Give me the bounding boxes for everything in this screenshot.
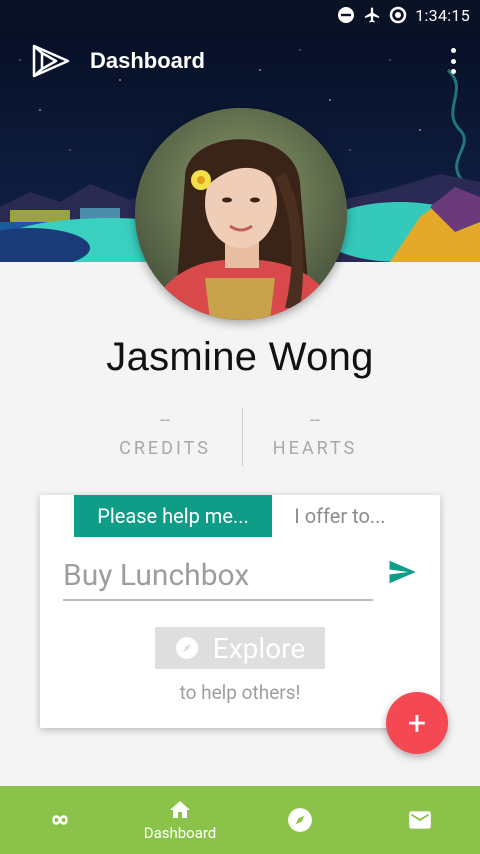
credits-value: -- bbox=[160, 410, 170, 431]
status-time: 1:34:15 bbox=[415, 5, 470, 25]
infinity-icon bbox=[52, 815, 68, 825]
mail-icon bbox=[409, 811, 431, 829]
explore-label: Explore bbox=[212, 631, 306, 665]
explore-button[interactable]: Explore bbox=[155, 627, 325, 669]
data-saver-icon bbox=[389, 6, 407, 24]
nav-item-infinity[interactable] bbox=[0, 786, 120, 854]
profile-name: Jasmine Wong bbox=[106, 335, 374, 379]
hearts-label: HEARTS bbox=[272, 438, 358, 459]
compass-icon bbox=[288, 808, 312, 832]
credits-stat: -- CREDITS bbox=[90, 408, 240, 468]
add-button[interactable]: + bbox=[386, 692, 448, 754]
avatar[interactable] bbox=[135, 108, 347, 320]
home-icon bbox=[170, 801, 190, 818]
status-bar: 1:34:15 bbox=[0, 0, 480, 30]
page-title: Dashboard bbox=[90, 48, 205, 73]
wish-input[interactable] bbox=[63, 551, 373, 601]
hearts-value: -- bbox=[310, 410, 320, 431]
more-vertical-icon[interactable] bbox=[448, 48, 458, 74]
request-card: Please help me... I offer to... Explore … bbox=[40, 495, 440, 728]
stats-row: -- CREDITS -- HEARTS bbox=[90, 408, 390, 468]
compass-icon bbox=[175, 637, 198, 659]
nav-label-dashboard: Dashboard bbox=[143, 824, 217, 842]
add-icon: + bbox=[407, 704, 427, 742]
stats-divider bbox=[242, 408, 243, 466]
airplane-mode-icon bbox=[363, 6, 381, 24]
explore-hint: to help others! bbox=[179, 681, 301, 704]
send-icon[interactable] bbox=[387, 557, 417, 587]
credits-label: CREDITS bbox=[119, 438, 211, 459]
nav-item-dashboard[interactable]: Dashboard bbox=[120, 786, 240, 854]
hearts-stat: -- HEARTS bbox=[240, 408, 390, 468]
nav-item-explore[interactable] bbox=[240, 786, 360, 854]
dashboard-screen: 1:34:15 Dashboard Jasmine Wong -- CREDIT… bbox=[0, 0, 480, 854]
tab-please-help[interactable]: Please help me... bbox=[74, 495, 272, 537]
tab-i-offer[interactable]: I offer to... bbox=[280, 495, 400, 537]
bottom-navigation: Dashboard bbox=[0, 786, 480, 854]
app-bar: Dashboard bbox=[0, 30, 480, 92]
do-not-disturb-icon bbox=[337, 6, 355, 24]
play-logo-icon bbox=[32, 44, 70, 78]
nav-item-mail[interactable] bbox=[360, 786, 480, 854]
